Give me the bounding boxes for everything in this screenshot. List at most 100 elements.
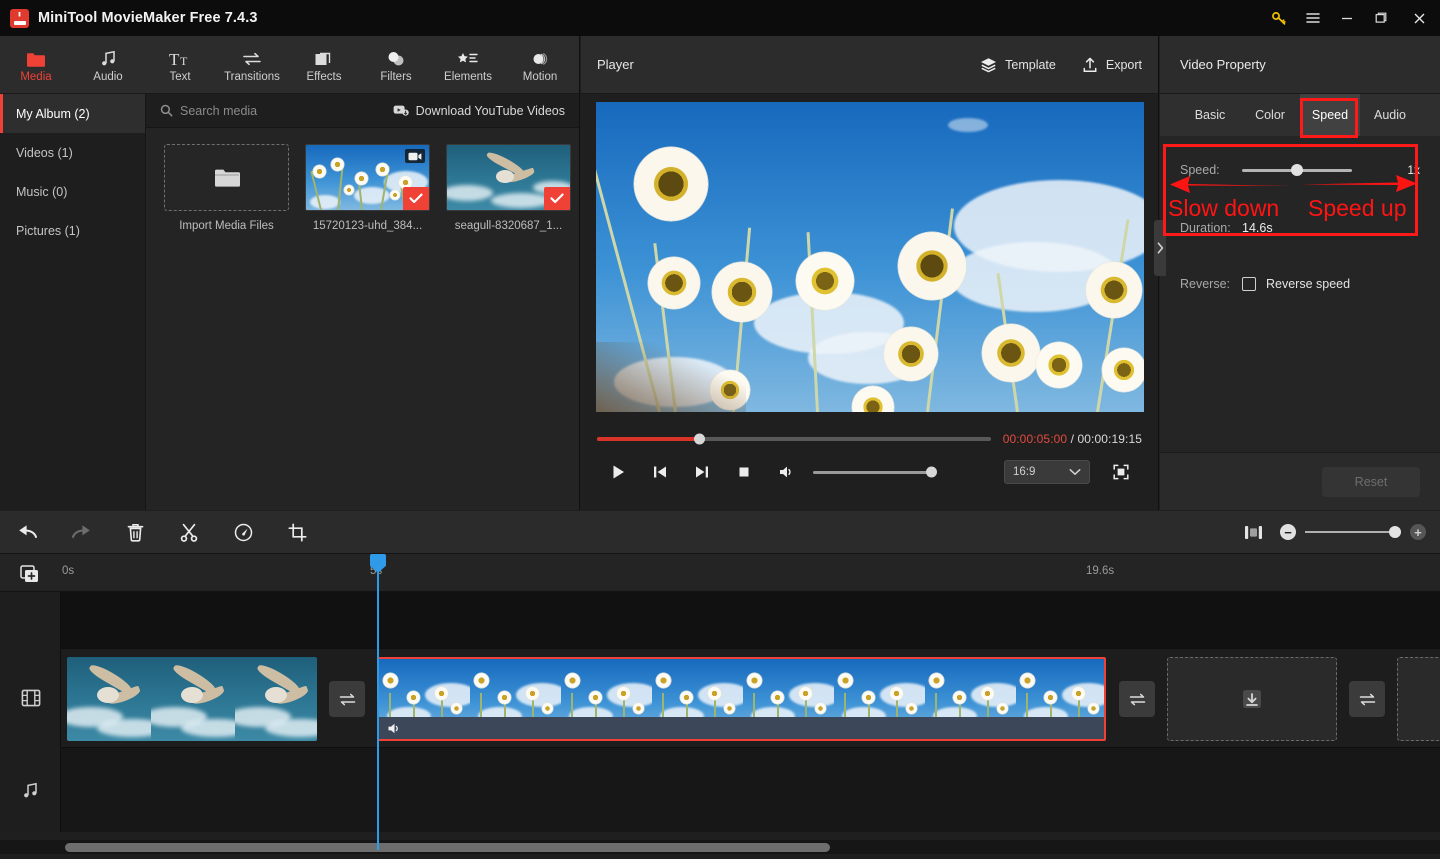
player-right-controls: 16:9 [1004, 456, 1142, 488]
undo-button[interactable] [0, 511, 54, 554]
video-preview[interactable] [595, 102, 1144, 412]
export-button[interactable]: Export [1082, 57, 1142, 73]
previous-frame-button[interactable] [639, 456, 681, 488]
library-nav-videos[interactable]: Videos (1) [0, 133, 145, 172]
search-input[interactable]: Search media [146, 104, 386, 118]
volume-button[interactable] [765, 456, 807, 488]
ribbon-item-effects[interactable]: Effects [288, 36, 360, 93]
timeline-zoom-slider[interactable] [1305, 526, 1402, 538]
volume-slider[interactable] [813, 466, 937, 478]
split-button[interactable] [162, 511, 216, 554]
ribbon-tabs: Media Audio TT Text Transitions Effects … [0, 36, 579, 94]
zoom-out-button[interactable]: − [1280, 524, 1296, 540]
seagull-clip[interactable] [67, 657, 317, 741]
template-label: Template [1005, 57, 1056, 72]
import-media-button[interactable] [164, 144, 289, 211]
media-thumbnail[interactable] [305, 144, 430, 211]
redo-button[interactable] [54, 511, 108, 554]
audio-track-lane[interactable] [61, 749, 1440, 832]
transition-slot-3[interactable] [1349, 681, 1385, 717]
timeline-scrollbar-thumb[interactable] [65, 843, 830, 852]
next-frame-button[interactable] [681, 456, 723, 488]
volume-icon[interactable] [387, 722, 402, 735]
time-separator: / [1070, 432, 1075, 446]
tab-basic[interactable]: Basic [1180, 94, 1240, 136]
ribbon-item-audio[interactable]: Audio [72, 36, 144, 93]
clip-audio-strip[interactable] [379, 717, 1104, 739]
reverse-label: Reverse: [1180, 277, 1231, 291]
media-item-daisy[interactable]: 15720123-uhd_384... [305, 144, 430, 232]
transition-icon [339, 693, 355, 705]
download-youtube-button[interactable]: Download YouTube Videos [393, 104, 565, 118]
text-icon: TT [169, 48, 191, 68]
tab-speed[interactable]: Speed [1300, 94, 1360, 136]
stop-button[interactable] [723, 456, 765, 488]
media-item-seagull[interactable]: seagull-8320687_1... [446, 144, 571, 232]
template-button[interactable]: Template [980, 57, 1056, 73]
zoom-in-button[interactable]: + [1410, 524, 1426, 540]
media-thumbnail[interactable] [446, 144, 571, 211]
transport-controls: 16:9 [597, 452, 1142, 492]
nav-label: My Album (2) [16, 106, 90, 121]
track-header-video[interactable] [0, 648, 61, 748]
ruler-tick-19-6s: 19.6s [1086, 565, 1115, 577]
ribbon-item-transitions[interactable]: Transitions [216, 36, 288, 93]
daisy-clip[interactable] [377, 657, 1106, 741]
close-button[interactable] [1398, 0, 1440, 36]
folder-icon [26, 48, 46, 68]
ribbon-item-elements[interactable]: Elements [432, 36, 504, 93]
media-dropzone[interactable] [1167, 657, 1337, 741]
seek-slider[interactable] [597, 433, 991, 445]
import-media-cell[interactable]: Import Media Files [164, 144, 289, 232]
seek-knob[interactable] [694, 433, 706, 445]
transition-slot-2[interactable] [1119, 681, 1155, 717]
library-nav-my-album[interactable]: My Album (2) [0, 94, 145, 133]
speed-knob[interactable] [1291, 164, 1303, 176]
tab-color[interactable]: Color [1240, 94, 1300, 136]
transition-slot-1[interactable] [329, 681, 365, 717]
speed-button[interactable] [216, 511, 270, 554]
track-header-title[interactable] [0, 592, 61, 648]
minimize-button[interactable] [1330, 0, 1364, 36]
maximize-button[interactable] [1364, 0, 1398, 36]
ribbon-item-media[interactable]: Media [0, 36, 72, 93]
media-selected-check-icon[interactable] [403, 187, 429, 210]
search-placeholder: Search media [180, 103, 258, 118]
delete-button[interactable] [108, 511, 162, 554]
reverse-speed-checkbox[interactable] [1242, 277, 1256, 291]
filters-icon [386, 48, 406, 68]
duration-label: Duration: [1180, 221, 1231, 235]
duration-row: Duration: 14.6s [1180, 210, 1420, 246]
media-selected-check-icon[interactable] [544, 187, 570, 210]
title-track-lane[interactable] [61, 592, 1440, 648]
aspect-ratio-select[interactable]: 16:9 [1004, 460, 1090, 484]
library-nav-pictures[interactable]: Pictures (1) [0, 211, 145, 250]
menu-icon[interactable] [1296, 0, 1330, 36]
add-track-icon[interactable] [18, 563, 42, 585]
speed-slider[interactable] [1242, 164, 1352, 176]
tab-audio[interactable]: Audio [1360, 94, 1420, 136]
reset-button[interactable]: Reset [1322, 466, 1420, 497]
ribbon-item-filters[interactable]: Filters [360, 36, 432, 93]
timeline-ruler[interactable]: 0s 5s 19.6s [0, 554, 1440, 592]
ribbon-item-motion[interactable]: Motion [504, 36, 576, 93]
play-button[interactable] [597, 456, 639, 488]
key-icon[interactable] [1262, 0, 1296, 36]
track-header-audio[interactable] [0, 749, 61, 832]
crop-button[interactable] [270, 511, 324, 554]
chevron-right-icon[interactable] [1154, 220, 1166, 276]
library-nav-music[interactable]: Music (0) [0, 172, 145, 211]
timeline-zoom-knob[interactable] [1389, 526, 1402, 538]
nav-label: Music (0) [16, 184, 68, 199]
download-youtube-label: Download YouTube Videos [415, 103, 565, 118]
volume-knob[interactable] [926, 466, 937, 478]
video-track-lane[interactable] [61, 648, 1440, 748]
fit-timeline-icon[interactable] [1226, 511, 1280, 554]
timeline-playhead[interactable] [370, 554, 386, 850]
music-note-icon [21, 781, 40, 800]
media-dropzone-partial[interactable] [1397, 657, 1440, 741]
svg-text:T: T [180, 54, 188, 68]
search-icon [160, 104, 173, 117]
fullscreen-button[interactable] [1100, 456, 1142, 488]
ribbon-item-text[interactable]: TT Text [144, 36, 216, 93]
